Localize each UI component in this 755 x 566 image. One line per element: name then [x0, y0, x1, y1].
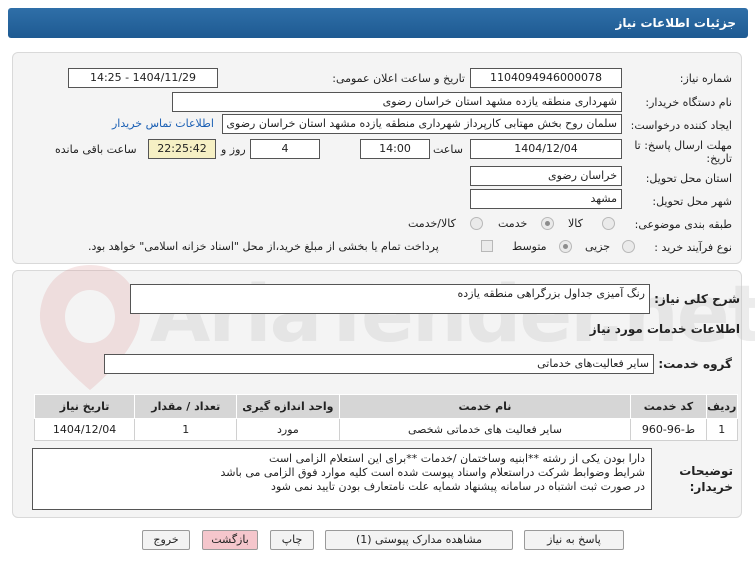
col-code: کد خدمت	[630, 394, 707, 419]
creator-label: ایجاد کننده درخواست:	[630, 119, 732, 132]
col-index: ردیف	[705, 394, 738, 419]
need-number-field[interactable]: 1104094946000078	[470, 68, 622, 88]
deadline-time-label: ساعت	[433, 143, 463, 156]
city-field[interactable]: مشهد	[470, 189, 622, 209]
notes-label-buyer: خریدار:	[689, 480, 733, 494]
process-option-medium: متوسط	[512, 240, 547, 253]
summary-label: شرح کلی نیاز:	[654, 292, 740, 306]
cell-unit: مورد	[236, 418, 340, 441]
service-group-field[interactable]: سایر فعالیت‌های خدماتی	[104, 354, 654, 374]
payment-note: پرداخت تمام یا بخشی از مبلغ خرید،از محل …	[88, 240, 439, 253]
announce-field[interactable]: 1404/11/29 - 14:25	[68, 68, 218, 88]
page-title: جزئیات اطلاعات نیاز	[615, 16, 736, 30]
province-label: استان محل تحویل:	[645, 172, 732, 185]
creator-field[interactable]: سلمان روح بخش مهتابی کارپرداز شهرداری من…	[222, 114, 622, 134]
category-option-both: کالا/خدمت	[408, 217, 456, 230]
announce-label: تاریخ و ساعت اعلان عمومی:	[332, 72, 465, 85]
buyer-label: نام دستگاه خریدار:	[645, 96, 732, 109]
services-section-title: اطلاعات خدمات مورد نیاز	[589, 322, 740, 336]
cell-index: 1	[705, 418, 738, 441]
service-group-label: گروه خدمت:	[658, 357, 732, 371]
notes-field[interactable]: دارا بودن یکی از رشته **ابنیه وساختمان /…	[32, 448, 652, 510]
buyer-field[interactable]: شهرداری منطقه یازده مشهد استان خراسان رض…	[172, 92, 622, 112]
city-label: شهر محل تحویل:	[652, 195, 732, 208]
attachments-button[interactable]: مشاهده مدارک پیوستی (1)	[325, 530, 513, 550]
need-number-label: شماره نیاز:	[679, 72, 732, 85]
exit-button[interactable]: خروج	[142, 530, 190, 550]
notes-line: در صورت ثبت اشتباه در سامانه پیشنهاد شما…	[271, 480, 645, 493]
category-radio-service[interactable]	[541, 217, 554, 230]
cell-name: سایر فعالیت های خدماتی شخصی	[338, 418, 632, 441]
cell-qty: 1	[134, 418, 238, 441]
category-radio-goods[interactable]	[602, 217, 615, 230]
col-name: نام خدمت	[338, 394, 632, 419]
category-label: طبقه بندی موضوعی:	[634, 218, 732, 231]
days-field[interactable]: 4	[250, 139, 320, 159]
process-label: نوع فرآیند خرید :	[654, 241, 732, 254]
remaining-time-field: 22:25:42	[148, 139, 216, 159]
treasury-checkbox[interactable]	[481, 240, 493, 252]
col-qty: تعداد / مقدار	[134, 394, 238, 419]
deadline-time-field[interactable]: 14:00	[360, 139, 430, 159]
summary-field[interactable]: رنگ آمیزی جداول بزرگراهی منطقه یازده	[130, 284, 650, 314]
deadline-label-date: تاریخ:	[706, 152, 732, 165]
notes-label: توضیحات	[679, 464, 733, 478]
process-option-minor: جزیی	[585, 240, 611, 253]
cell-date: 1404/12/04	[33, 418, 136, 441]
process-radio-minor[interactable]	[622, 240, 635, 253]
remaining-label: ساعت باقی مانده	[55, 143, 137, 156]
category-radio-both[interactable]	[470, 217, 483, 230]
province-field[interactable]: خراسان رضوی	[470, 166, 622, 186]
header-bar: جزئیات اطلاعات نیاز	[8, 8, 748, 38]
services-table: ردیف کد خدمت نام خدمت واحد اندازه گیری ت…	[33, 394, 738, 441]
print-button[interactable]: چاپ	[270, 530, 314, 550]
process-radio-medium[interactable]	[559, 240, 572, 253]
table-row: 1 ط-96-960 سایر فعالیت های خدماتی شخصی م…	[33, 418, 738, 441]
back-button[interactable]: بازگشت	[202, 530, 258, 550]
col-unit: واحد اندازه گیری	[236, 394, 340, 419]
category-option-goods: کالا	[568, 217, 583, 230]
category-option-service: خدمت	[498, 217, 528, 230]
buyer-contact-link[interactable]: اطلاعات تماس خریدار	[112, 117, 214, 130]
reply-button[interactable]: پاسخ به نیاز	[524, 530, 624, 550]
days-label: روز و	[221, 143, 246, 156]
summary-text: رنگ آمیزی جداول بزرگراهی منطقه یازده	[457, 287, 645, 300]
deadline-label: مهلت ارسال پاسخ: تا	[634, 139, 732, 152]
col-date: تاریخ نیاز	[33, 394, 136, 419]
cell-code: ط-96-960	[630, 418, 707, 441]
notes-line: شرایط وضوابط شرکت دراستعلام واسناد پیوست…	[220, 466, 645, 479]
notes-line: دارا بودن یکی از رشته **ابنیه وساختمان /…	[269, 452, 645, 465]
deadline-date-field[interactable]: 1404/12/04	[470, 139, 622, 159]
